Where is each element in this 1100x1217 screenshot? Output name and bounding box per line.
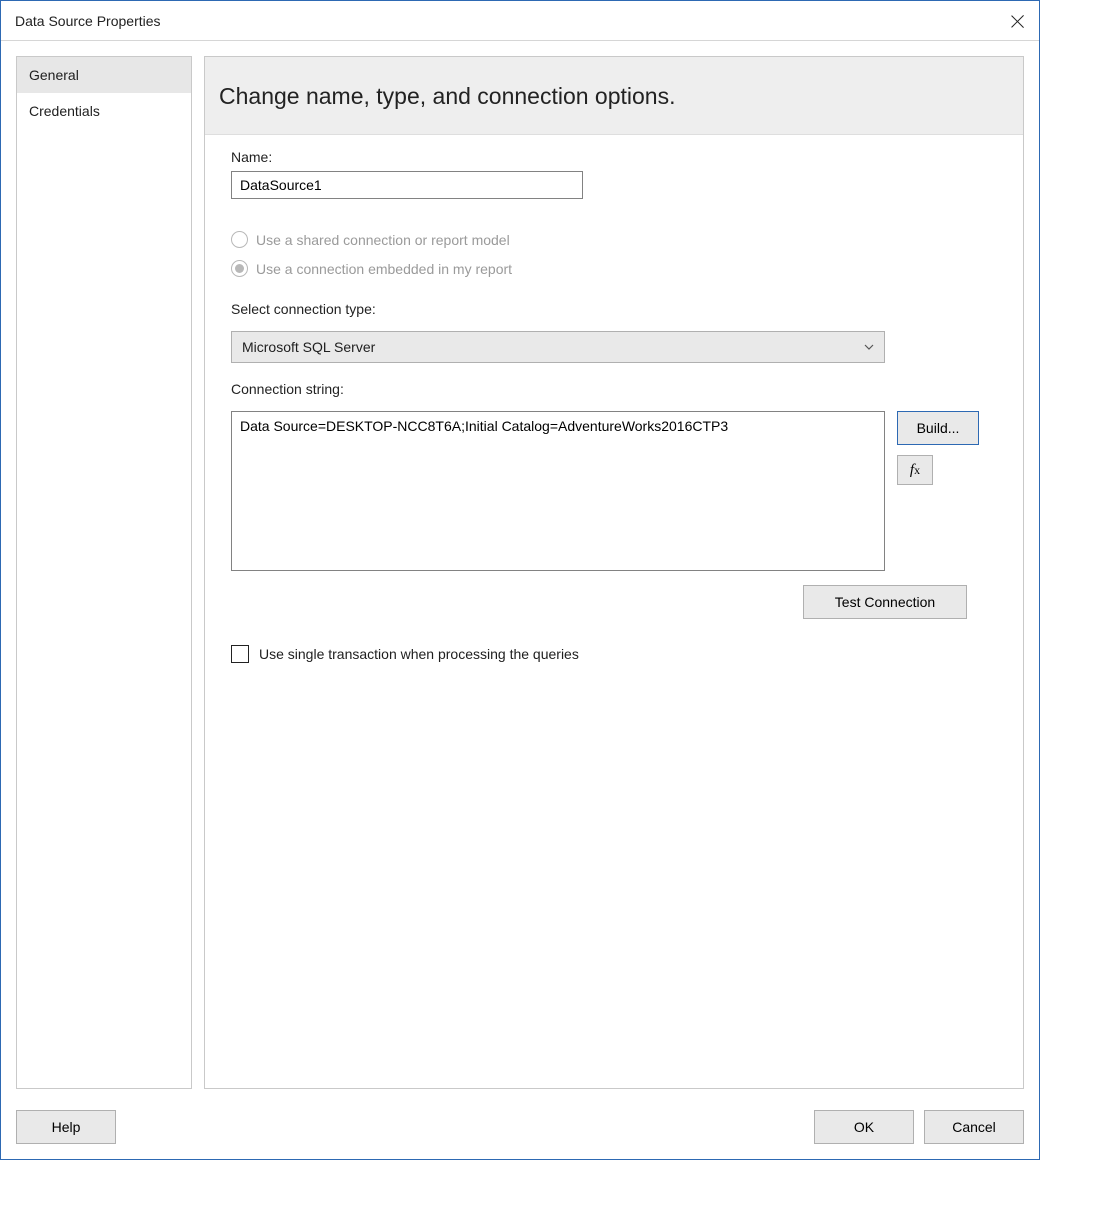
ok-button[interactable]: OK	[814, 1110, 914, 1144]
sidebar-item-label: Credentials	[29, 103, 100, 119]
build-button-label: Build...	[917, 420, 960, 436]
sidebar-item-label: General	[29, 67, 79, 83]
radio-shared[interactable]	[231, 231, 248, 248]
connection-area: Build... fx	[231, 411, 997, 571]
cancel-label: Cancel	[952, 1119, 996, 1135]
help-button[interactable]: Help	[16, 1110, 116, 1144]
sidebar: General Credentials	[16, 56, 192, 1089]
sidebar-item-credentials[interactable]: Credentials	[17, 93, 191, 129]
connection-string-input[interactable]	[231, 411, 885, 571]
connection-type-value: Microsoft SQL Server	[242, 339, 375, 355]
fx-icon: fx	[910, 462, 920, 479]
main-panel: Change name, type, and connection option…	[204, 56, 1024, 1089]
radio-dot-icon	[235, 264, 244, 273]
panel-body: Name: Use a shared connection or report …	[205, 135, 1023, 677]
sidebar-item-general[interactable]: General	[17, 57, 191, 93]
test-connection-row: Test Connection	[231, 585, 997, 619]
radio-embedded-row[interactable]: Use a connection embedded in my report	[231, 260, 997, 277]
connection-type-select[interactable]: Microsoft SQL Server	[231, 331, 885, 363]
build-button[interactable]: Build...	[897, 411, 979, 445]
single-transaction-checkbox[interactable]	[231, 645, 249, 663]
radio-embedded-label: Use a connection embedded in my report	[256, 261, 512, 277]
name-label: Name:	[231, 149, 997, 165]
radio-shared-label: Use a shared connection or report model	[256, 232, 510, 248]
close-icon[interactable]	[1011, 14, 1025, 28]
test-connection-button[interactable]: Test Connection	[803, 585, 967, 619]
dialog-window: Data Source Properties General Credentia…	[0, 0, 1040, 1160]
body-area: General Credentials Change name, type, a…	[1, 41, 1039, 1095]
title-text: Data Source Properties	[15, 13, 161, 29]
single-transaction-label: Use single transaction when processing t…	[259, 646, 579, 662]
help-label: Help	[52, 1119, 81, 1135]
connection-side-buttons: Build... fx	[897, 411, 979, 571]
radio-shared-row[interactable]: Use a shared connection or report model	[231, 231, 997, 248]
chevron-down-icon	[864, 344, 874, 350]
title-bar: Data Source Properties	[1, 1, 1039, 41]
ok-label: OK	[854, 1119, 874, 1135]
connection-string-label: Connection string:	[231, 381, 997, 397]
cancel-button[interactable]: Cancel	[924, 1110, 1024, 1144]
footer-right: OK Cancel	[814, 1110, 1024, 1144]
panel-heading: Change name, type, and connection option…	[205, 57, 1023, 135]
radio-embedded[interactable]	[231, 260, 248, 277]
footer: Help OK Cancel	[1, 1095, 1039, 1159]
single-transaction-row[interactable]: Use single transaction when processing t…	[231, 645, 997, 663]
connection-type-label: Select connection type:	[231, 301, 997, 317]
name-input[interactable]	[231, 171, 583, 199]
fx-button[interactable]: fx	[897, 455, 933, 485]
test-connection-label: Test Connection	[835, 594, 935, 610]
